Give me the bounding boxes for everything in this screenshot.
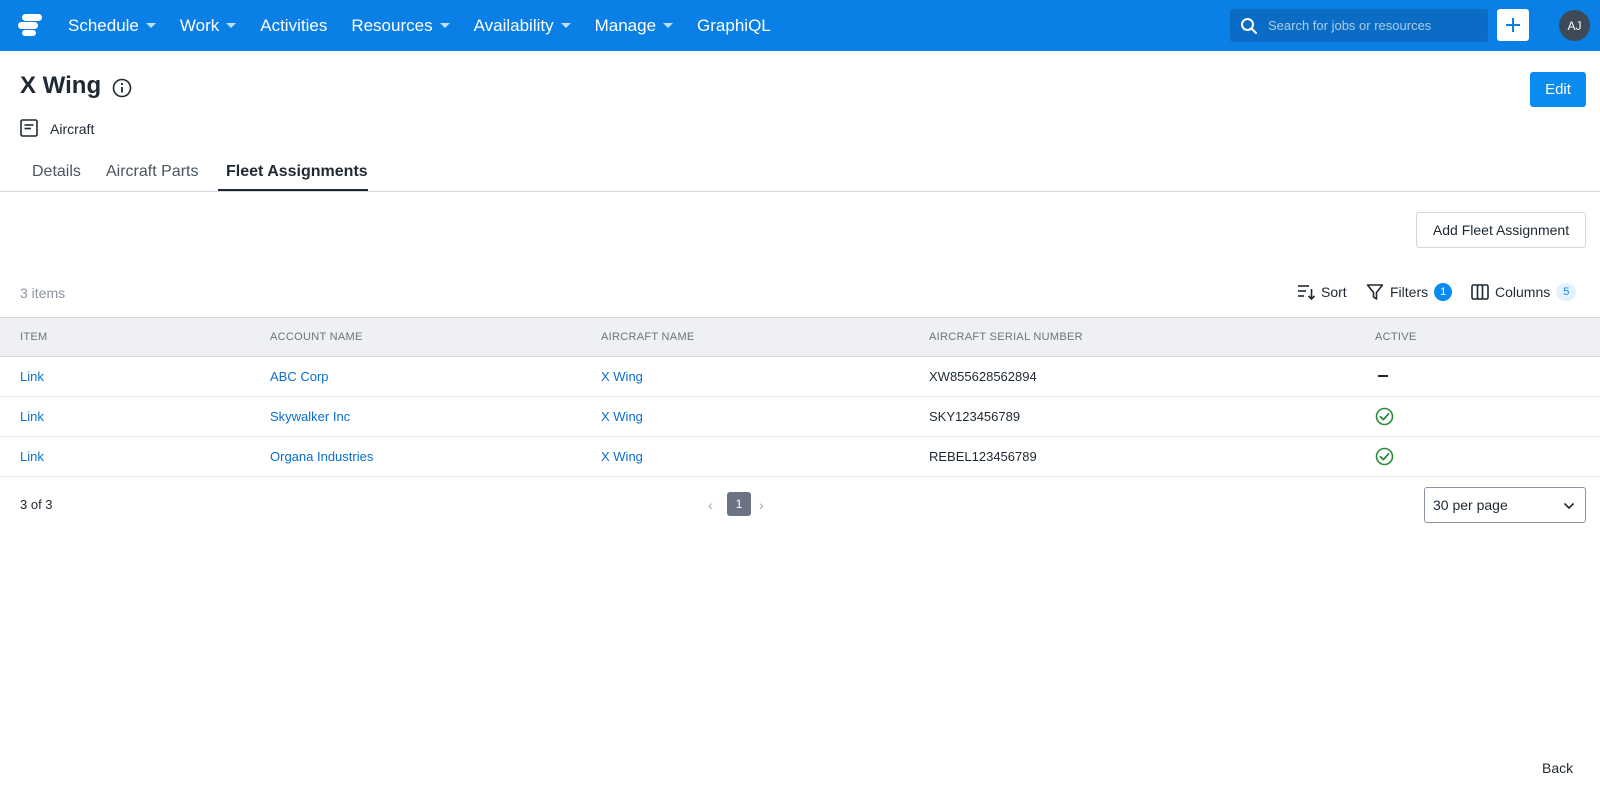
column-header-item[interactable]: ITEM — [20, 331, 47, 343]
nav-resources-label: Resources — [351, 15, 433, 35]
serial-number: SKY123456789 — [929, 409, 1021, 424]
inactive-dash-icon — [1378, 375, 1388, 377]
pagination-summary: 3 of 3 — [20, 497, 53, 512]
chevron-down-icon — [226, 23, 237, 28]
nav-activities[interactable]: Activities — [260, 16, 327, 36]
nav-availability[interactable]: Availability — [474, 16, 571, 36]
search-icon — [1241, 17, 1257, 34]
account-name-link[interactable]: Organa Industries — [270, 449, 373, 464]
search-input[interactable] — [1268, 18, 1478, 33]
check-circle-icon — [1375, 447, 1394, 466]
aircraft-name-link[interactable]: X Wing — [601, 409, 643, 424]
chevron-down-icon — [1563, 502, 1575, 510]
filter-icon — [1366, 284, 1384, 300]
item-link[interactable]: Link — [20, 369, 44, 384]
page-number-button[interactable]: 1 — [727, 492, 751, 516]
nav-graphiql[interactable]: GraphiQL — [697, 16, 771, 36]
column-header-aircraft-name[interactable]: AIRCRAFT NAME — [601, 331, 695, 343]
check-circle-icon — [1375, 407, 1394, 426]
document-icon — [20, 119, 38, 137]
add-fleet-assignment-label: Add Fleet Assignment — [1432, 222, 1570, 238]
main-nav: Schedule Work Activities Resources Avail… — [68, 0, 795, 51]
filters-label: Filters — [1390, 284, 1429, 300]
nav-activities-label: Activities — [260, 15, 328, 35]
filters-button[interactable]: Filters 1 — [1366, 283, 1453, 301]
create-new-button[interactable] — [1497, 9, 1529, 41]
sort-icon — [1298, 285, 1315, 301]
column-header-active[interactable]: ACTIVE — [1375, 331, 1417, 343]
nav-schedule[interactable]: Schedule — [68, 16, 156, 36]
info-icon[interactable] — [112, 78, 132, 98]
nav-work-label: Work — [179, 15, 220, 35]
previous-page-icon[interactable]: ‹ — [708, 497, 713, 513]
page-title: X Wing — [20, 72, 102, 99]
table-row: Link Skywalker Inc X Wing SKY123456789 — [0, 397, 1600, 437]
aircraft-name-link[interactable]: X Wing — [601, 369, 643, 384]
per-page-select[interactable]: 30 per page — [1424, 487, 1586, 523]
chevron-down-icon — [439, 23, 450, 28]
back-link[interactable]: Back — [1542, 760, 1573, 776]
item-link[interactable]: Link — [20, 449, 44, 464]
active-tab-indicator — [218, 189, 368, 191]
nav-availability-label: Availability — [473, 15, 554, 35]
chevron-down-icon — [145, 23, 156, 28]
app-logo-icon[interactable] — [16, 12, 44, 38]
sort-label: Sort — [1321, 284, 1347, 300]
aircraft-name-link[interactable]: X Wing — [601, 449, 643, 464]
table-row: Link ABC Corp X Wing XW855628562894 — [0, 357, 1600, 397]
columns-label: Columns — [1495, 284, 1551, 300]
resource-type-label: Aircraft — [50, 121, 95, 137]
user-avatar[interactable]: AJ — [1559, 10, 1590, 41]
items-count: 3 items — [20, 285, 66, 301]
tab-fleet-assignments[interactable]: Fleet Assignments — [226, 163, 368, 181]
avatar-initials: AJ — [1567, 18, 1582, 33]
chevron-down-icon — [663, 23, 674, 28]
columns-icon — [1471, 284, 1489, 300]
table-row: Link Organa Industries X Wing REBEL12345… — [0, 437, 1600, 477]
plus-icon — [1506, 18, 1520, 32]
sort-button[interactable]: Sort — [1297, 283, 1347, 301]
tab-bar: Details Aircraft Parts Fleet Assignments — [0, 153, 1600, 192]
serial-number: XW855628562894 — [929, 369, 1037, 384]
next-page-icon[interactable]: › — [759, 497, 764, 513]
account-name-link[interactable]: ABC Corp — [270, 369, 329, 384]
global-search — [1230, 9, 1488, 42]
add-fleet-assignment-button[interactable]: Add Fleet Assignment — [1416, 212, 1586, 248]
chevron-down-icon — [560, 23, 571, 28]
columns-button[interactable]: Columns 5 — [1471, 283, 1577, 301]
filters-count-badge: 1 — [1434, 283, 1453, 301]
top-nav-bar: Schedule Work Activities Resources Avail… — [0, 0, 1600, 51]
nav-schedule-label: Schedule — [68, 15, 139, 35]
tab-aircraft-parts[interactable]: Aircraft Parts — [106, 163, 198, 181]
account-name-link[interactable]: Skywalker Inc — [270, 409, 350, 424]
column-header-account-name[interactable]: ACCOUNT NAME — [270, 331, 363, 343]
item-link[interactable]: Link — [20, 409, 44, 424]
edit-button-label: Edit — [1545, 81, 1571, 98]
table-header: ITEM ACCOUNT NAME AIRCRAFT NAME AIRCRAFT… — [0, 317, 1600, 357]
nav-resources[interactable]: Resources — [351, 15, 450, 36]
nav-manage-label: Manage — [594, 15, 657, 35]
edit-button[interactable]: Edit — [1530, 72, 1586, 107]
nav-graphiql-label: GraphiQL — [697, 15, 771, 35]
column-header-serial-number[interactable]: AIRCRAFT SERIAL NUMBER — [929, 331, 1083, 343]
nav-work[interactable]: Work — [179, 15, 237, 36]
nav-manage[interactable]: Manage — [594, 15, 674, 36]
serial-number: REBEL123456789 — [929, 449, 1037, 464]
tab-details[interactable]: Details — [32, 163, 81, 181]
page-number-label: 1 — [735, 497, 743, 511]
columns-count-badge: 5 — [1556, 283, 1577, 301]
per-page-value: 30 per page — [1433, 497, 1508, 513]
